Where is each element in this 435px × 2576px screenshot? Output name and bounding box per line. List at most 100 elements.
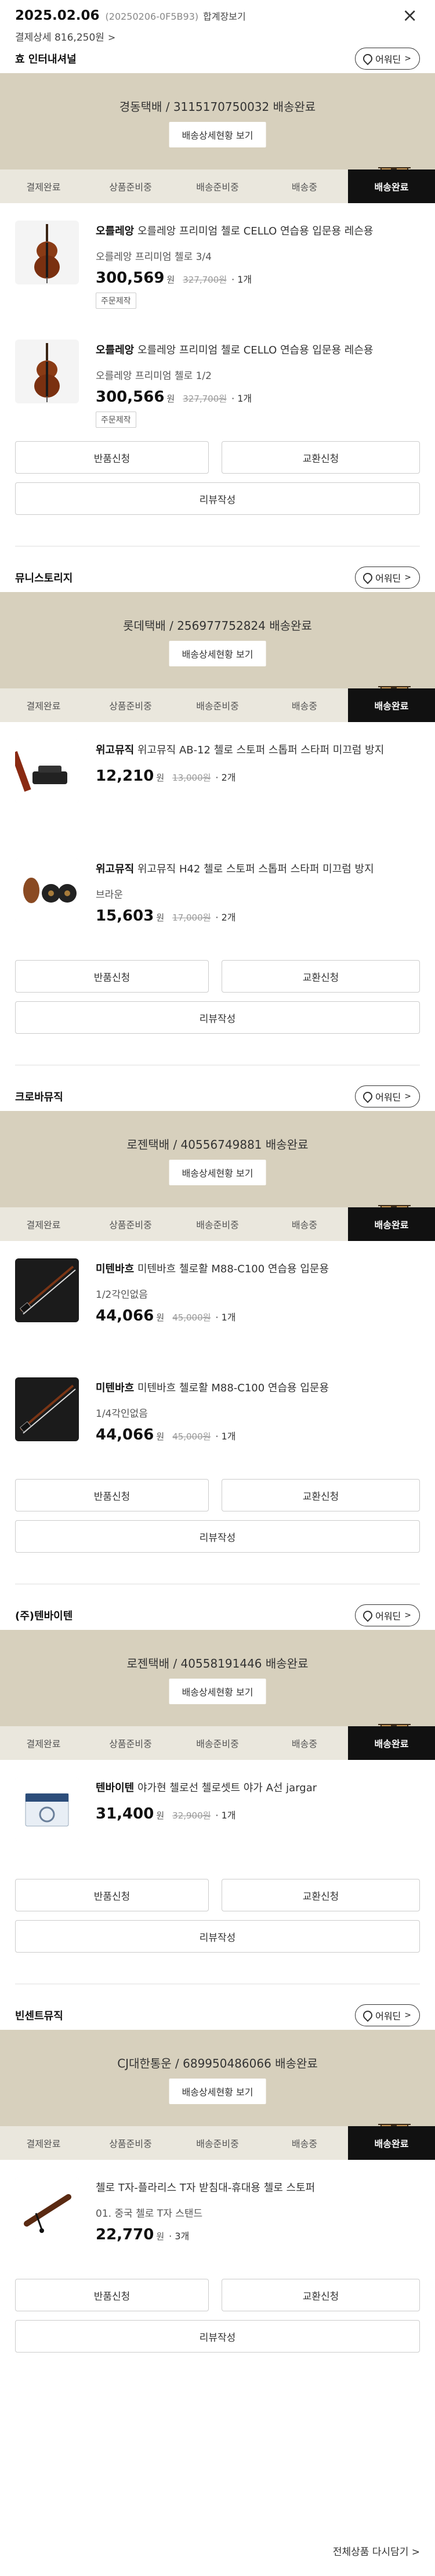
custom-order-badge: 주문제작	[96, 293, 136, 309]
order-item[interactable]: 오를레앙 오를레앙 프리미엄 첼로 CELLO 연습용 입문용 레슨용 오를레앙…	[0, 203, 435, 322]
product-option: 오를레앙 프리미엄 첼로 1/2	[96, 370, 212, 382]
product-quantity: · 2개	[215, 912, 236, 923]
product-title: 오를레앙 프리미엄 첼로 CELLO 연습용 입문용 레슨용	[137, 344, 374, 356]
product-brand: 위고뮤직	[96, 744, 135, 756]
exchange-request-button[interactable]: 교환신청	[222, 2279, 420, 2311]
delivery-status-panel: 로젠택배 / 40558191446 배송완료 배송상세현황 보기 결제완료 상품…	[0, 1630, 435, 1760]
product-name[interactable]: 미텐바흐 미텐바흐 첼로활 M88-C100 연습용 입문용	[96, 1261, 420, 1276]
reorder-all-link[interactable]: 전체상품 다시담기 >	[333, 2543, 420, 2558]
product-thumbnail[interactable]	[15, 340, 79, 403]
write-review-button[interactable]: 리뷰작성	[15, 1520, 420, 1553]
order-item[interactable]: 미텐바흐 미텐바흐 첼로활 M88-C100 연습용 입문용 1/4각인없음 4…	[0, 1360, 435, 1479]
order-item[interactable]: 첼로 T자-플라리스 T자 받침대-휴대용 첼로 스토퍼 01. 중국 첼로 T…	[0, 2160, 435, 2279]
delivery-step: 배송완료	[348, 2126, 435, 2160]
product-price-row: 22,770 원 · 3개	[96, 2226, 189, 2243]
product-price-row: 44,066 원 45,000원 · 1개	[96, 1426, 236, 1444]
return-request-button[interactable]: 반품신청	[15, 2279, 209, 2311]
seller-section: 뮤니스토리지 어워딘 > 롯데택배 / 256977752824 배송완료 배송…	[0, 563, 435, 1082]
delivery-step: 배송중	[291, 701, 318, 712]
tracking-detail-button[interactable]: 배송상세현황 보기	[169, 641, 266, 666]
original-price: 13,000원	[172, 773, 211, 783]
seller-location-button[interactable]: 어워딘 >	[355, 48, 420, 70]
order-item[interactable]: 위고뮤직 위고뮤직 AB-12 첼로 스토퍼 스톱퍼 스타퍼 미끄럼 방지 12…	[0, 722, 435, 841]
tracking-detail-button[interactable]: 배송상세현황 보기	[169, 1160, 266, 1185]
product-title: 위고뮤직 H42 첼로 스토퍼 스톱퍼 스타퍼 미끄럼 방지	[137, 863, 374, 875]
chevron-right-icon: >	[404, 1092, 411, 1101]
exchange-request-button[interactable]: 교환신청	[222, 1479, 420, 1511]
return-request-button[interactable]: 반품신청	[15, 1879, 209, 1911]
product-price: 300,569	[96, 269, 165, 287]
write-review-button[interactable]: 리뷰작성	[15, 2320, 420, 2353]
return-request-button[interactable]: 반품신청	[15, 441, 209, 474]
seller-section: 빈센트뮤직 어워딘 > CJ대한통운 / 689950486066 배송완료 배…	[0, 2001, 435, 2383]
write-review-button[interactable]: 리뷰작성	[15, 482, 420, 515]
product-option: 브라운	[96, 889, 123, 901]
exchange-request-button[interactable]: 교환신청	[222, 1879, 420, 1911]
product-name[interactable]: 텐바이텐 야가현 첼로선 첼로셋트 야가 A선 jargar	[96, 1780, 420, 1795]
product-thumbnail[interactable]	[15, 858, 79, 922]
product-thumbnail[interactable]	[15, 1258, 79, 1322]
seller-header: 뮤니스토리지 어워딘 >	[0, 563, 435, 592]
product-name[interactable]: 위고뮤직 위고뮤직 H42 첼로 스토퍼 스톱퍼 스타퍼 미끄럼 방지	[96, 861, 420, 876]
delivery-step: 배송중	[291, 182, 318, 193]
currency-unit: 원	[156, 2231, 165, 2242]
product-thumbnail[interactable]	[15, 1377, 79, 1441]
product-thumbnail[interactable]	[15, 221, 79, 284]
return-request-button[interactable]: 반품신청	[15, 960, 209, 993]
delivery-step: 배송준비중	[196, 1738, 239, 1749]
product-price-row: 31,400 원 32,900원 · 1개	[96, 1805, 236, 1823]
currency-unit: 원	[156, 912, 165, 923]
order-item[interactable]: 오를레앙 오를레앙 프리미엄 첼로 CELLO 연습용 입문용 레슨용 오를레앙…	[0, 322, 435, 441]
write-review-button[interactable]: 리뷰작성	[15, 1001, 420, 1034]
currency-unit: 원	[166, 275, 175, 285]
close-icon[interactable]: ×	[402, 6, 418, 24]
product-thumbnail[interactable]	[15, 1777, 79, 1841]
receipt-link[interactable]: 합계장보기	[203, 9, 246, 23]
exchange-request-button[interactable]: 교환신청	[222, 441, 420, 474]
order-item[interactable]: 텐바이텐 야가현 첼로선 첼로셋트 야가 A선 jargar 31,400 원 …	[0, 1760, 435, 1879]
tracking-detail-button[interactable]: 배송상세현황 보기	[169, 122, 266, 147]
delivery-status-panel: 롯데택배 / 256977752824 배송완료 배송상세현황 보기 결제완료 상…	[0, 592, 435, 722]
product-name[interactable]: 첼로 T자-플라리스 T자 받침대-휴대용 첼로 스토퍼	[96, 2180, 420, 2195]
product-thumbnail[interactable]	[15, 2177, 79, 2241]
delivery-steps: 결제완료 상품준비중 배송준비중 배송중 배송완료	[0, 1207, 435, 1241]
order-number: (20250206-0F5B93)	[105, 11, 199, 22]
seller-section: (주)텐바이텐 어워딘 > 로젠택배 / 40558191446 배송완료 배송…	[0, 1601, 435, 2001]
seller-location-button[interactable]: 어워딘 >	[355, 567, 420, 589]
seller-name: 효 인터내셔널	[15, 53, 77, 66]
order-item[interactable]: 미텐바흐 미텐바흐 첼로활 M88-C100 연습용 입문용 1/2각인없음 4…	[0, 1241, 435, 1360]
product-title: 오를레앙 프리미엄 첼로 CELLO 연습용 입문용 레슨용	[137, 225, 374, 237]
delivery-tracking-text: 로젠택배 / 40558191446 배송완료	[126, 1657, 309, 1671]
delivery-steps: 결제완료 상품준비중 배송준비중 배송중 배송완료	[0, 2126, 435, 2160]
item-actions: 반품신청 교환신청 리뷰작성	[0, 1879, 435, 1983]
tracking-detail-button[interactable]: 배송상세현황 보기	[169, 2079, 266, 2104]
product-name[interactable]: 오를레앙 오를레앙 프리미엄 첼로 CELLO 연습용 입문용 레슨용	[96, 223, 420, 238]
delivery-step: 배송준비중	[196, 182, 239, 193]
product-thumbnail[interactable]	[15, 739, 79, 803]
seller-location-button[interactable]: 어워딘 >	[355, 1085, 420, 1107]
product-name[interactable]: 오를레앙 오를레앙 프리미엄 첼로 CELLO 연습용 입문용 레슨용	[96, 342, 420, 357]
write-review-button[interactable]: 리뷰작성	[15, 1920, 420, 1953]
seller-location-button[interactable]: 어워딘 >	[355, 1604, 420, 1626]
original-price: 327,700원	[183, 275, 227, 285]
product-name[interactable]: 미텐바흐 미텐바흐 첼로활 M88-C100 연습용 입문용	[96, 1380, 420, 1395]
seller-name: 크로바뮤직	[15, 1091, 63, 1103]
delivery-step: 상품준비중	[109, 2138, 152, 2149]
currency-unit: 원	[166, 394, 175, 404]
product-brand: 미텐바흐	[96, 1382, 135, 1394]
delivery-step: 상품준비중	[109, 1220, 152, 1231]
exchange-request-button[interactable]: 교환신청	[222, 960, 420, 993]
payment-detail-link[interactable]: 결제상세 816,250원 >	[15, 29, 420, 44]
seller-header: 빈센트뮤직 어워딘 >	[0, 2001, 435, 2030]
order-item[interactable]: 위고뮤직 위고뮤직 H42 첼로 스토퍼 스톱퍼 스타퍼 미끄럼 방지 브라운 …	[0, 841, 435, 960]
return-request-button[interactable]: 반품신청	[15, 1479, 209, 1511]
tracking-detail-button[interactable]: 배송상세현황 보기	[169, 1679, 266, 1704]
product-brand: 미텐바흐	[96, 1263, 135, 1275]
product-price: 15,603	[96, 907, 154, 925]
currency-unit: 원	[156, 773, 165, 783]
product-name[interactable]: 위고뮤직 위고뮤직 AB-12 첼로 스토퍼 스톱퍼 스타퍼 미끄럼 방지	[96, 742, 420, 757]
seller-location-button[interactable]: 어워딘 >	[355, 2004, 420, 2026]
delivery-steps: 결제완료 상품준비중 배송준비중 배송중 배송완료	[0, 1726, 435, 1760]
delivery-tracking-text: 로젠택배 / 40556749881 배송완료	[126, 1138, 309, 1152]
location-label: 어워딘	[375, 54, 401, 65]
